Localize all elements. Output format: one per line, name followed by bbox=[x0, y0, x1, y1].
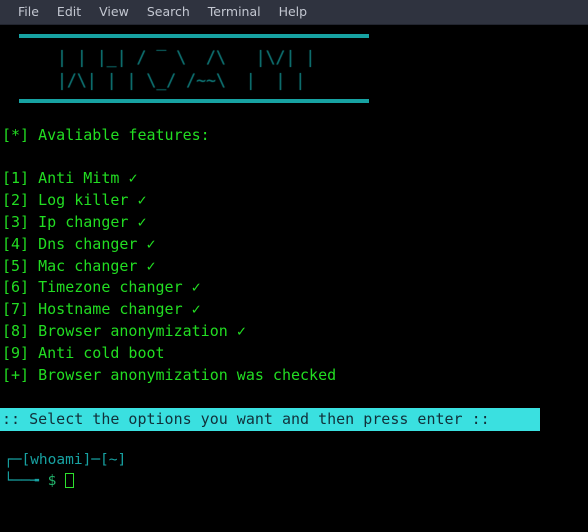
prompt-branch-glyph: └──╼ bbox=[4, 473, 48, 490]
checkmark-icon: ✓ bbox=[146, 234, 156, 253]
shell-prompt[interactable]: ┌─[whoami]─[~] └──╼ $ bbox=[0, 450, 588, 492]
feature-index: [2] bbox=[2, 191, 30, 210]
feature-index: [6] bbox=[2, 278, 30, 297]
checkmark-icon: ✓ bbox=[128, 169, 138, 188]
feature-label: Hostname changer bbox=[38, 300, 183, 319]
menu-item-search[interactable]: Search bbox=[138, 0, 199, 24]
feature-item-6[interactable]: [6] Timezone changer ✓ bbox=[0, 277, 588, 299]
feature-label: Browser anonymization bbox=[38, 321, 228, 340]
feature-index: [5] bbox=[2, 256, 30, 275]
feature-label: Anti Mitm bbox=[38, 169, 120, 188]
prompt-line-2[interactable]: └──╼ $ bbox=[4, 471, 588, 492]
checkmark-icon: ✓ bbox=[236, 321, 246, 340]
feature-item-4[interactable]: [4] Dns changer ✓ bbox=[0, 234, 588, 256]
menu-item-edit[interactable]: Edit bbox=[48, 0, 90, 24]
menu-item-help[interactable]: Help bbox=[270, 0, 317, 24]
ascii-art-line-1: | | |_| / ‾ \ /\ |\/| | bbox=[57, 48, 316, 67]
feature-label: Timezone changer bbox=[38, 278, 183, 297]
checkmark-icon: ✓ bbox=[137, 191, 147, 210]
feature-index: [7] bbox=[2, 300, 30, 319]
prompt-line-1: ┌─[whoami]─[~] bbox=[4, 452, 127, 469]
banner-divider-top bbox=[19, 34, 369, 38]
feature-item-9[interactable]: [9] Anti cold boot bbox=[0, 343, 588, 365]
feature-label: Ip changer bbox=[38, 212, 129, 231]
status-message: [+] Browser anonymization was checked bbox=[2, 365, 337, 384]
terminal-output[interactable]: | | |_| / ‾ \ /\ |\/| | |/\| | | \_/ /~~… bbox=[0, 25, 588, 532]
feature-index: [4] bbox=[2, 234, 30, 253]
menu-item-terminal[interactable]: Terminal bbox=[199, 0, 270, 24]
ascii-art-banner: | | |_| / ‾ \ /\ |\/| | |/\| | | \_/ /~~… bbox=[0, 46, 588, 92]
menu-item-view[interactable]: View bbox=[90, 0, 138, 24]
feature-index: [3] bbox=[2, 212, 30, 231]
checkmark-icon: ✓ bbox=[137, 212, 147, 231]
feature-item-7[interactable]: [7] Hostname changer ✓ bbox=[0, 299, 588, 321]
feature-item-5[interactable]: [5] Mac changer ✓ bbox=[0, 256, 588, 278]
checkmark-icon: ✓ bbox=[191, 278, 201, 297]
checkmark-icon: ✓ bbox=[191, 300, 201, 319]
ascii-art-line-2: |/\| | | \_/ /~~\ | | | bbox=[57, 71, 306, 90]
feature-item-1[interactable]: [1] Anti Mitm ✓ bbox=[0, 168, 588, 190]
feature-item-2[interactable]: [2] Log killer ✓ bbox=[0, 190, 588, 212]
feature-index: [9] bbox=[2, 343, 30, 362]
feature-index: [8] bbox=[2, 321, 30, 340]
feature-item-3[interactable]: [3] Ip changer ✓ bbox=[0, 212, 588, 234]
feature-label: Dns changer bbox=[38, 234, 138, 253]
select-options-bar: :: Select the options you want and then … bbox=[0, 408, 540, 432]
feature-index: [1] bbox=[2, 169, 30, 188]
feature-label: Mac changer bbox=[38, 256, 138, 275]
feature-label: Anti cold boot bbox=[38, 343, 165, 362]
checkmark-icon: ✓ bbox=[146, 256, 156, 275]
menu-bar: File Edit View Search Terminal Help bbox=[0, 0, 588, 25]
features-heading: [*] Avaliable features: bbox=[2, 125, 210, 144]
text-cursor[interactable] bbox=[65, 473, 75, 489]
menu-item-file[interactable]: File bbox=[9, 0, 48, 24]
feature-label: Log killer bbox=[38, 191, 129, 210]
feature-item-8[interactable]: [8] Browser anonymization ✓ bbox=[0, 321, 588, 343]
